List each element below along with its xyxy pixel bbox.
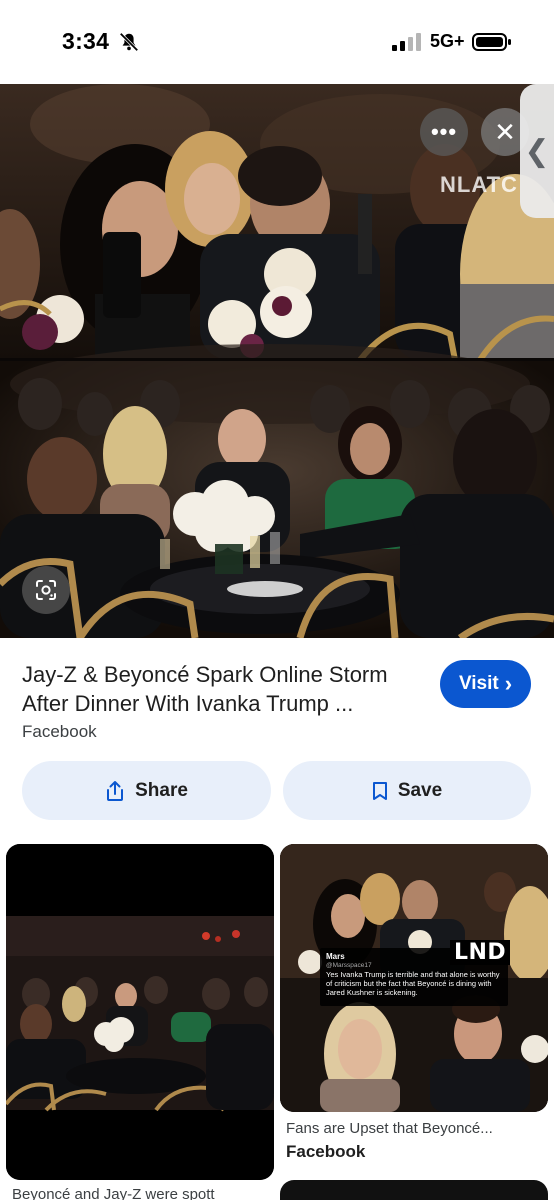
bookmark-icon <box>372 781 387 800</box>
share-button[interactable]: Share <box>22 761 271 820</box>
google-lens-button[interactable] <box>22 566 70 614</box>
tweet-author: Mars <box>326 952 345 961</box>
close-icon: ✕ <box>494 116 516 147</box>
share-icon <box>107 780 124 801</box>
hero-photo <box>0 84 554 638</box>
related-caption-1[interactable]: Beyoncé and Jay-Z were spott <box>12 1186 274 1200</box>
hero-image[interactable]: NLATC <box>0 84 554 638</box>
chevron-left-icon: ❮ <box>524 134 550 168</box>
visit-label: Visit <box>458 673 499 694</box>
side-panel-tab[interactable]: ❮ <box>520 84 554 218</box>
battery-icon <box>472 33 511 51</box>
related-source-2: Facebook <box>286 1142 366 1161</box>
status-bar: 3:34 5G+ <box>0 0 554 84</box>
signal-icon <box>392 33 421 51</box>
related-caption-2[interactable]: Fans are Upset that Beyoncé... <box>286 1120 546 1137</box>
bell-slash-icon <box>119 32 139 52</box>
tweet-text: Yes Ivanka Trump is terrible and that al… <box>326 970 500 997</box>
more-dots-icon: ••• <box>430 119 458 144</box>
result-title[interactable]: Jay-Z & Beyoncé Spark Online Storm After… <box>22 660 422 718</box>
google-lens-icon <box>36 580 56 600</box>
lnd-logo: LND <box>450 940 511 965</box>
related-result-image-2[interactable]: Mars @Marsspace17 Yes Ivanka Trump is te… <box>280 844 548 1112</box>
save-button[interactable]: Save <box>283 761 531 820</box>
related-photo-1 <box>6 844 274 1180</box>
result-source: Facebook <box>22 722 97 741</box>
watermark-text: NLATC <box>440 172 518 197</box>
related-result-image-4[interactable] <box>280 1180 548 1200</box>
share-label: Share <box>135 779 188 801</box>
chevron-right-icon: › <box>504 671 513 696</box>
status-time: 3:34 <box>62 28 110 54</box>
network-label: 5G+ <box>430 31 465 51</box>
more-options-button[interactable]: ••• <box>420 108 468 156</box>
save-label: Save <box>397 779 443 801</box>
related-result-image-1[interactable] <box>6 844 274 1180</box>
visit-button[interactable]: Visit › <box>440 660 531 708</box>
